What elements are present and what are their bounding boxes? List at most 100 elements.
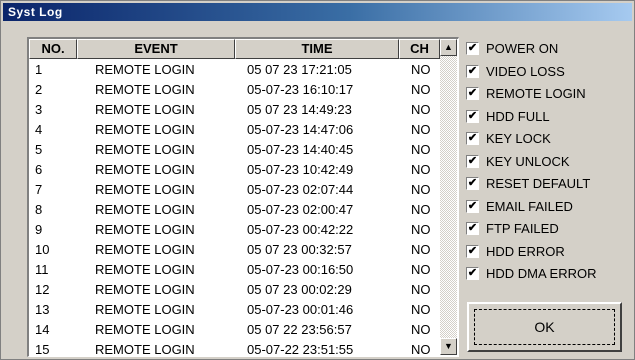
row-time: 05-07-23 14:47:06 — [247, 122, 354, 137]
checkmark-icon[interactable]: ✔ — [466, 109, 479, 123]
table-row[interactable]: 1 REMOTE LOGIN 05 07 23 17:21:05 NO — [29, 60, 439, 80]
scroll-down-arrow-icon[interactable]: ▼ — [440, 338, 457, 355]
row-channel: NO — [411, 142, 431, 157]
table-row[interactable]: 2 REMOTE LOGIN 05-07-23 16:10:17 NO — [29, 80, 439, 100]
row-time: 05-07-23 02:07:44 — [247, 182, 354, 197]
row-channel: NO — [411, 102, 431, 117]
vertical-scrollbar[interactable]: ▲ ▼ — [440, 39, 457, 355]
row-event: REMOTE LOGIN — [95, 202, 195, 217]
table-row[interactable]: 12 REMOTE LOGIN 05 07 23 00:02:29 NO — [29, 280, 439, 300]
checkmark-icon[interactable]: ✔ — [466, 177, 479, 190]
table-row[interactable]: 13 REMOTE LOGIN 05-07-23 00:01:46 NO — [29, 300, 439, 320]
row-channel: NO — [411, 282, 431, 297]
checkmark-icon[interactable]: ✔ — [466, 222, 479, 235]
filter-label: HDD DMA ERROR — [486, 266, 597, 281]
table-row[interactable]: 10 REMOTE LOGIN 05 07 23 00:32:57 NO — [29, 240, 439, 260]
row-number: 11 — [35, 262, 49, 277]
row-event: REMOTE LOGIN — [95, 162, 195, 177]
row-event: REMOTE LOGIN — [95, 342, 195, 357]
row-event: REMOTE LOGIN — [95, 262, 195, 277]
row-number: 1 — [35, 62, 43, 77]
title-bar[interactable]: Syst Log — [3, 3, 632, 21]
table-row[interactable]: 4 REMOTE LOGIN 05-07-23 14:47:06 NO — [29, 120, 439, 140]
table-row[interactable]: 6 REMOTE LOGIN 05-07-23 10:42:49 NO — [29, 160, 439, 180]
table-row[interactable]: 14 REMOTE LOGIN 05 07 22 23:56:57 NO — [29, 320, 439, 340]
table-row[interactable]: 11 REMOTE LOGIN 05-07-23 00:16:50 NO — [29, 260, 439, 280]
table-row[interactable]: 7 REMOTE LOGIN 05-07-23 02:07:44 NO — [29, 180, 439, 200]
table-row[interactable]: 3 REMOTE LOGIN 05 07 23 14:49:23 NO — [29, 100, 439, 120]
row-number: 14 — [35, 322, 50, 337]
checkmark-icon[interactable]: ✔ — [466, 267, 479, 280]
row-channel: NO — [411, 302, 431, 317]
column-header-ch[interactable]: CH — [399, 39, 440, 59]
row-channel: NO — [411, 82, 431, 97]
checkmark-icon[interactable]: ✔ — [466, 132, 479, 145]
filter-label: HDD ERROR — [486, 243, 565, 259]
filter-label: VIDEO LOSS — [486, 63, 565, 79]
row-number: 5 — [35, 142, 43, 157]
row-number: 10 — [35, 242, 50, 257]
filter-label: FTP FAILED — [486, 221, 559, 236]
checkmark-icon[interactable]: ✔ — [466, 64, 479, 78]
row-time: 05 07 23 17:21:05 — [247, 62, 352, 77]
row-time: 05 07 22 23:56:57 — [247, 322, 352, 337]
row-event: REMOTE LOGIN — [95, 82, 195, 97]
filter-label: RESET DEFAULT — [486, 176, 591, 191]
row-time: 05 07 23 14:49:23 — [247, 102, 352, 117]
row-time: 05-07-23 00:01:46 — [247, 302, 354, 317]
row-number: 3 — [35, 102, 43, 117]
row-time: 05-07-23 02:00:47 — [247, 202, 354, 217]
row-number: 15 — [35, 342, 50, 357]
row-channel: NO — [411, 222, 431, 237]
table-row[interactable]: 9 REMOTE LOGIN 05-07-23 00:42:22 NO — [29, 220, 439, 240]
row-number: 8 — [35, 202, 43, 217]
checkmark-icon[interactable]: ✔ — [466, 87, 479, 100]
row-channel: NO — [411, 62, 431, 77]
row-event: REMOTE LOGIN — [95, 122, 195, 137]
event-log-list[interactable]: NO. EVENT TIME CH 1 REMOTE LOGIN 05 07 23 … — [27, 37, 459, 357]
checkmark-icon[interactable]: ✔ — [466, 244, 479, 258]
filter-label: POWER ON — [486, 41, 559, 56]
row-time: 05-07-23 14:40:45 — [247, 142, 354, 157]
table-row[interactable]: 8 REMOTE LOGIN 05-07-23 02:00:47 NO — [29, 200, 439, 220]
row-channel: NO — [411, 162, 431, 177]
row-channel: NO — [411, 322, 431, 337]
window-title: Syst Log — [8, 5, 63, 19]
ok-button-label: OK — [534, 319, 555, 335]
column-header-time[interactable]: TIME — [235, 39, 399, 59]
row-time: 05-07-23 00:16:50 — [247, 262, 354, 277]
row-time: 05-07-22 23:51:55 — [247, 342, 354, 357]
row-number: 13 — [35, 302, 50, 317]
row-channel: NO — [411, 262, 431, 277]
scroll-up-arrow-icon[interactable]: ▲ — [440, 39, 457, 56]
checkmark-icon[interactable]: ✔ — [466, 199, 479, 213]
checkmark-icon[interactable]: ✔ — [466, 154, 479, 168]
filter-label: KEY UNLOCK — [486, 153, 570, 169]
filter-label: EMAIL FAILED — [486, 198, 573, 214]
row-time: 05 07 23 00:02:29 — [247, 282, 352, 297]
row-number: 6 — [35, 162, 43, 177]
row-number: 9 — [35, 222, 43, 237]
table-row[interactable]: 5 REMOTE LOGIN 05-07-23 14:40:45 NO — [29, 140, 439, 160]
column-header-no[interactable]: NO. — [29, 39, 77, 59]
filter-label: HDD FULL — [486, 108, 550, 124]
row-event: REMOTE LOGIN — [95, 282, 195, 297]
column-header-event[interactable]: EVENT — [77, 39, 235, 59]
row-channel: NO — [411, 242, 431, 257]
checkmark-icon[interactable]: ✔ — [466, 42, 479, 55]
row-channel: NO — [411, 122, 431, 137]
ok-button[interactable]: OK — [467, 302, 622, 352]
row-time: 05 07 23 00:32:57 — [247, 242, 352, 257]
row-number: 7 — [35, 182, 43, 197]
row-number: 12 — [35, 282, 50, 297]
system-log-window: Syst Log NO. EVENT TIME CH 1 REMOTE LOGIN… — [0, 0, 635, 360]
row-time: 05-07-23 16:10:17 — [247, 82, 354, 97]
row-number: 2 — [35, 82, 43, 97]
row-event: REMOTE LOGIN — [95, 142, 195, 157]
table-row[interactable]: 15 REMOTE LOGIN 05-07-22 23:51:55 NO — [29, 340, 439, 357]
row-event: REMOTE LOGIN — [95, 62, 195, 77]
row-channel: NO — [411, 202, 431, 217]
row-event: REMOTE LOGIN — [95, 222, 195, 237]
row-number: 4 — [35, 122, 43, 137]
row-event: REMOTE LOGIN — [95, 302, 195, 317]
